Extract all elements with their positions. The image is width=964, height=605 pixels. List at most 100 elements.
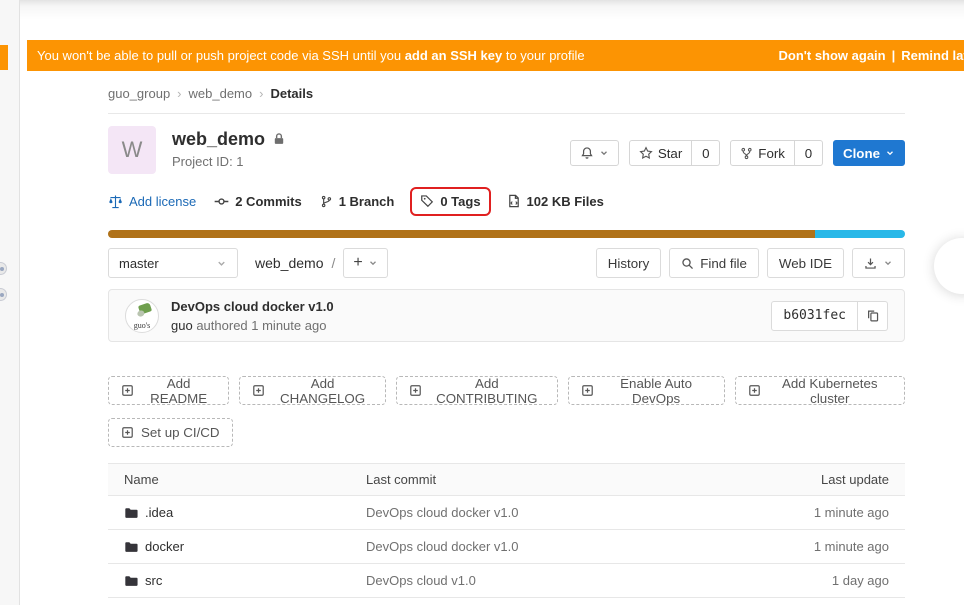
banner-edge-fragment <box>0 45 8 70</box>
fork-icon <box>741 147 752 159</box>
commit-title-link[interactable]: DevOps cloud docker v1.0 <box>171 299 334 315</box>
search-icon <box>682 257 694 269</box>
files-link[interactable]: 102 KB Files <box>507 194 604 209</box>
chevron-down-icon <box>600 151 607 156</box>
tags-link[interactable]: 0 Tags <box>420 194 481 209</box>
left-rail <box>0 0 20 605</box>
web-ide-button[interactable]: Web IDE <box>766 248 844 278</box>
language-segment <box>814 230 905 238</box>
add-contributing-button[interactable]: Add CONTRIBUTING <box>395 376 558 406</box>
tag-icon <box>421 195 434 208</box>
chevron-down-icon <box>885 261 891 266</box>
column-header-last-update: Last update <box>705 463 905 496</box>
star-button[interactable]: Star <box>628 140 693 166</box>
project-header: W web_demo Project ID: 1 Star 0 Fork 0 C… <box>108 126 905 174</box>
column-header-last-commit: Last commit <box>350 463 705 496</box>
project-title: web_demo <box>172 129 266 149</box>
doc-icon <box>508 194 519 208</box>
plus-square-icon <box>253 385 264 396</box>
file-commit-link[interactable]: DevOps cloud docker v1.0 <box>350 495 705 530</box>
copy-icon <box>867 309 878 322</box>
language-segment <box>108 230 815 238</box>
plus-square-icon <box>122 385 133 396</box>
fork-button[interactable]: Fork <box>730 140 795 166</box>
plus-square-icon <box>122 427 133 438</box>
clone-button[interactable]: Clone <box>832 140 905 166</box>
table-row[interactable]: .idea DevOps cloud docker v1.0 1 minute … <box>108 495 905 530</box>
file-last-update: 1 minute ago <box>705 529 905 564</box>
path-separator: / <box>331 255 336 271</box>
add-changelog-button[interactable]: Add CHANGELOG <box>239 376 386 406</box>
breadcrumb-group[interactable]: guo_group <box>108 86 170 102</box>
chevron-down-icon <box>369 261 376 266</box>
commit-author-avatar[interactable]: guo's <box>125 298 159 333</box>
last-commit-box: guo's DevOps cloud docker v1.0 guo autho… <box>108 289 905 342</box>
project-id: Project ID: 1 <box>172 154 244 169</box>
remind-later-link[interactable]: Remind later <box>901 48 964 63</box>
fork-count[interactable]: 0 <box>794 140 823 166</box>
find-file-button[interactable]: Find file <box>669 248 759 278</box>
add-readme-button[interactable]: Add README <box>108 376 230 406</box>
avatar-image <box>137 301 153 315</box>
banner-message: You won't be able to pull or push projec… <box>37 48 585 63</box>
file-commit-link[interactable]: DevOps cloud docker v1.0 <box>350 529 705 564</box>
folder-icon <box>125 507 138 518</box>
project-stats-row: Add license 2 Commits 1 Branch 0 Tags 10… <box>108 186 905 216</box>
add-file-dropdown-button[interactable]: + <box>343 248 388 278</box>
banner-divider: | <box>891 48 896 63</box>
file-name-link[interactable]: docker <box>145 539 184 554</box>
plus-square-icon <box>748 385 760 396</box>
notifications-dropdown-button[interactable] <box>569 140 619 166</box>
download-icon <box>865 257 876 269</box>
add-license-link[interactable]: Add license <box>108 194 196 209</box>
history-button[interactable]: History <box>595 248 662 278</box>
star-icon <box>639 146 653 160</box>
star-count[interactable]: 0 <box>692 140 721 166</box>
breadcrumb-separator: › <box>177 86 182 101</box>
rail-avatar-partial <box>0 288 7 301</box>
commit-icon <box>214 197 229 205</box>
browser-top-strip <box>0 0 964 40</box>
suggestion-buttons-row-2: Set up CI/CD <box>108 418 905 447</box>
dont-show-again-link[interactable]: Don't show again <box>779 48 886 63</box>
copy-sha-button[interactable] <box>858 300 888 331</box>
file-name-link[interactable]: .idea <box>145 505 173 520</box>
file-last-update: 1 day ago <box>705 563 905 598</box>
file-navigation-row: master web_demo / + History Find file We… <box>108 248 905 278</box>
column-header-name: Name <box>108 463 350 496</box>
commit-sha[interactable]: b6031fec <box>771 300 858 331</box>
branches-link[interactable]: 1 Branch <box>320 194 394 209</box>
commit-author[interactable]: guo <box>171 318 193 333</box>
breadcrumb: guo_group › web_demo › Details <box>108 71 905 114</box>
branch-selector[interactable]: master <box>108 248 238 278</box>
add-kubernetes-cluster-button[interactable]: Add Kubernetes cluster <box>734 376 906 406</box>
rail-avatar-partial <box>0 262 7 275</box>
scale-icon <box>109 195 122 208</box>
breadcrumb-page: Details <box>270 86 314 101</box>
floating-helper-button[interactable] <box>934 238 964 294</box>
red-annotation-box: 0 Tags <box>410 186 491 216</box>
breadcrumb-project[interactable]: web_demo <box>189 86 253 102</box>
lock-icon <box>274 133 284 144</box>
plus-square-icon <box>410 385 421 396</box>
folder-icon <box>125 541 138 552</box>
files-table-header: Name Last commit Last update <box>108 463 905 496</box>
file-commit-link[interactable]: DevOps cloud v1.0 <box>350 563 705 598</box>
path-root[interactable]: web_demo <box>255 255 324 271</box>
enable-auto-devops-button[interactable]: Enable Auto DevOps <box>567 376 725 406</box>
table-row[interactable]: docker DevOps cloud docker v1.0 1 minute… <box>108 529 905 564</box>
folder-icon <box>125 575 138 586</box>
project-avatar: W <box>108 126 156 174</box>
ssh-key-alert-banner: You won't be able to pull or push projec… <box>27 40 964 71</box>
commits-link[interactable]: 2 Commits <box>214 194 302 209</box>
suggestion-buttons-row-1: Add README Add CHANGELOG Add CONTRIBUTIN… <box>108 376 906 406</box>
file-name-link[interactable]: src <box>145 573 162 588</box>
set-up-cicd-button[interactable]: Set up CI/CD <box>108 418 233 447</box>
plus-icon: + <box>353 254 363 271</box>
download-dropdown-button[interactable] <box>852 248 905 278</box>
file-last-update: 1 minute ago <box>705 495 905 530</box>
commit-meta: guo authored 1 minute ago <box>171 317 327 333</box>
language-bar[interactable] <box>108 230 905 238</box>
breadcrumb-separator: › <box>259 86 264 101</box>
table-row[interactable]: src DevOps cloud v1.0 1 day ago <box>108 563 905 598</box>
